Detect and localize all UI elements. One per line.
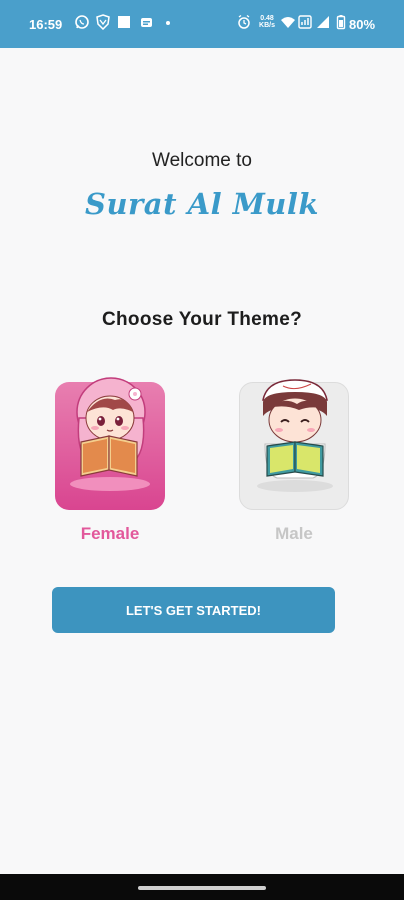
- app-title: Surat Al Mulk: [85, 187, 319, 221]
- female-avatar-illustration: [70, 377, 150, 491]
- home-gesture-handle[interactable]: [138, 886, 266, 890]
- theme-card-male[interactable]: [239, 379, 349, 510]
- signal-icon: [298, 14, 312, 33]
- dot-icon: [165, 14, 171, 33]
- cell-signal-icon: [316, 14, 330, 33]
- navigation-bar: [0, 874, 404, 900]
- network-speed-value: 0.48: [260, 15, 274, 22]
- vpn-shield-icon: [96, 14, 110, 33]
- status-time: 16:59: [29, 17, 63, 32]
- theme-question: Choose Your Theme?: [101, 309, 302, 330]
- get-started-button[interactable]: LET'S GET STARTED!: [52, 587, 335, 633]
- theme-label-female[interactable]: Female: [55, 524, 165, 544]
- theme-label-male[interactable]: Male: [239, 524, 349, 544]
- network-speed: 0.48 KB/s: [257, 15, 277, 29]
- whatsapp-icon: [74, 14, 90, 33]
- male-avatar-illustration: [257, 379, 333, 492]
- battery-icon: [336, 14, 346, 33]
- wifi-icon: [280, 14, 296, 33]
- battery-percent: 80%: [349, 17, 376, 32]
- square-notification-icon: [117, 14, 131, 33]
- network-speed-unit: KB/s: [259, 22, 275, 29]
- welcome-text: Welcome to: [152, 150, 252, 171]
- message-icon: [140, 14, 154, 33]
- theme-card-female[interactable]: [55, 377, 165, 510]
- status-bar: 16:59 0.48 KB/s 80%: [0, 0, 404, 48]
- alarm-icon: [237, 14, 251, 33]
